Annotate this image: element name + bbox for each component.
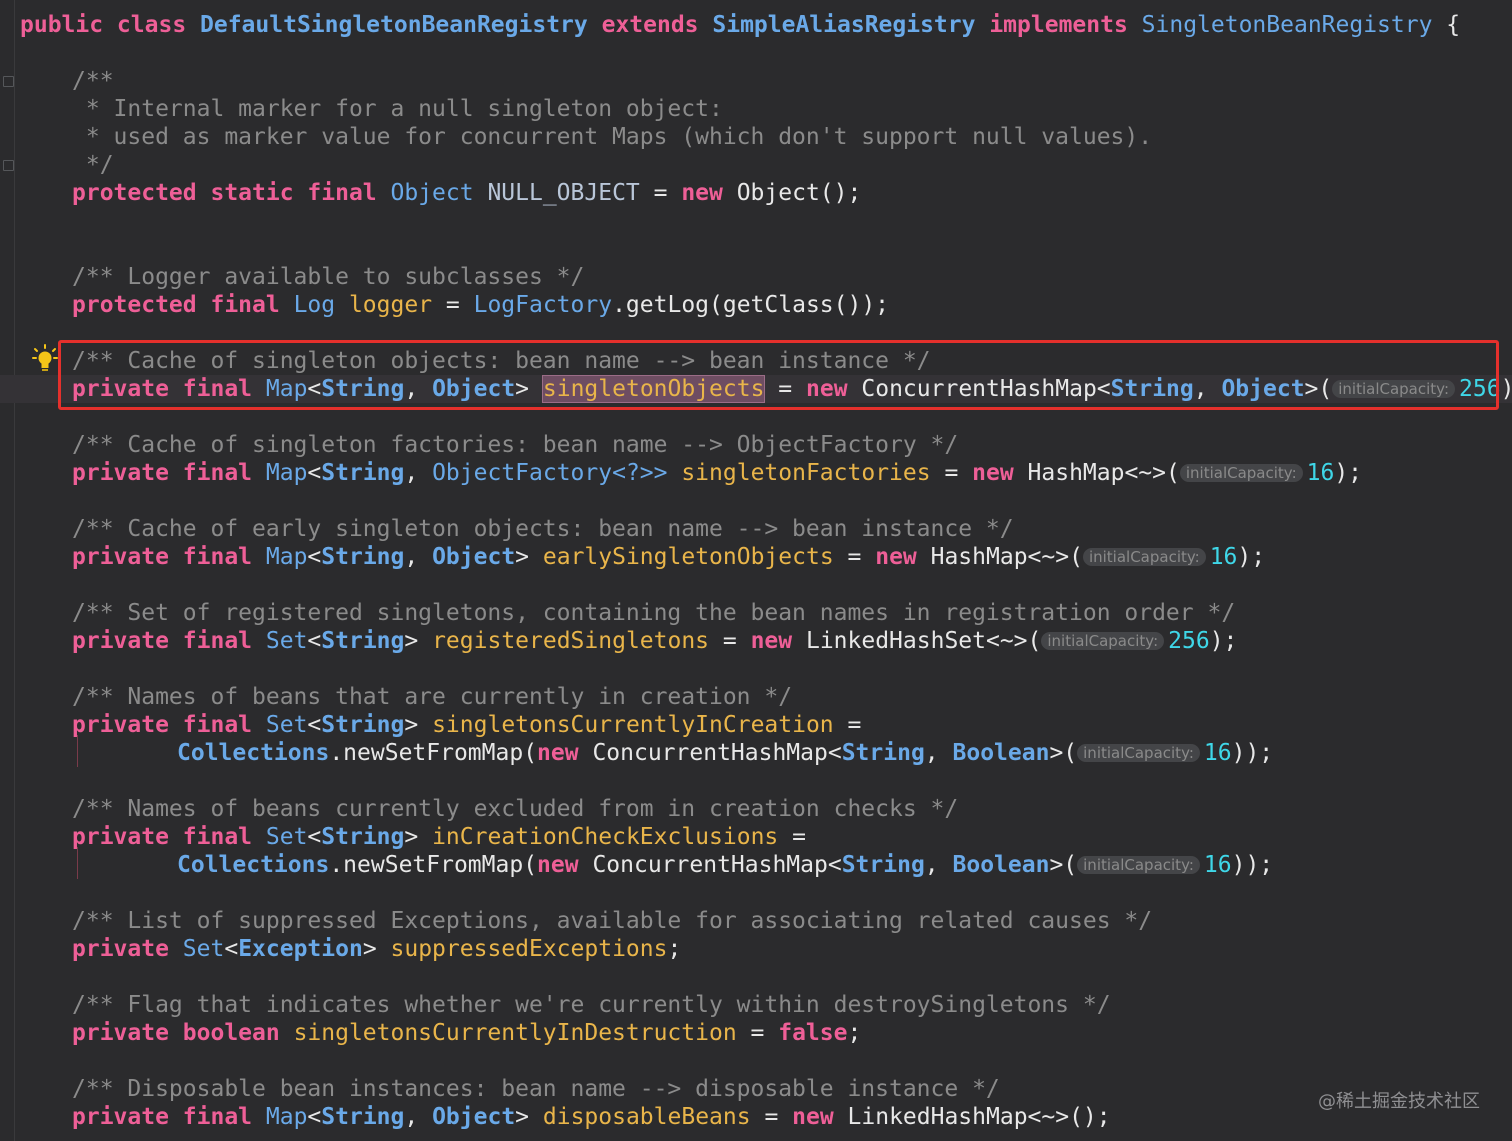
parameter-hint: initialCapacity: bbox=[1077, 856, 1200, 874]
code-comment: /** Cache of early singleton objects: be… bbox=[72, 516, 1014, 542]
code-comment: /** bbox=[72, 68, 114, 94]
code-comment: /** Names of beans that are currently in… bbox=[72, 684, 793, 710]
code-line-creation-check-exclusions[interactable]: private final Set<String> inCreationChec… bbox=[72, 823, 806, 851]
code-comment: * Internal marker for a null singleton o… bbox=[72, 96, 723, 122]
code-editor[interactable]: public class DefaultSingletonBeanRegistr… bbox=[0, 0, 1512, 1141]
parameter-hint: initialCapacity: bbox=[1077, 744, 1200, 762]
code-line-early-singleton-objects[interactable]: private final Map<String, Object> earlyS… bbox=[72, 543, 1265, 571]
code-comment: /** List of suppressed Exceptions, avail… bbox=[72, 908, 1153, 934]
code-line-registered-singletons[interactable]: private final Set<String> registeredSing… bbox=[72, 627, 1237, 655]
code-line-continuation[interactable]: Collections.newSetFromMap(new Concurrent… bbox=[177, 739, 1273, 767]
code-line-singleton-factories[interactable]: private final Map<String, ObjectFactory<… bbox=[72, 459, 1362, 487]
watermark: @稀土掘金技术社区 bbox=[1318, 1091, 1480, 1112]
lightbulb-icon[interactable] bbox=[32, 344, 58, 374]
code-comment: /** Disposable bean instances: bean name… bbox=[72, 1076, 1000, 1102]
code-line-in-destruction[interactable]: private boolean singletonsCurrentlyInDes… bbox=[72, 1019, 861, 1047]
code-comment: * used as marker value for concurrent Ma… bbox=[72, 124, 1153, 150]
code-comment: */ bbox=[72, 152, 114, 178]
code-line-null-object[interactable]: protected static final Object NULL_OBJEC… bbox=[72, 179, 861, 207]
indent-guide bbox=[77, 735, 78, 767]
code-comment: /** Flag that indicates whether we're cu… bbox=[72, 992, 1111, 1018]
code-line-logger[interactable]: protected final Log logger = LogFactory.… bbox=[72, 291, 889, 319]
indent-guide bbox=[77, 847, 78, 879]
code-line-suppressed-exceptions[interactable]: private Set<Exception> suppressedExcepti… bbox=[72, 935, 681, 963]
code-line-currently-in-creation[interactable]: private final Set<String> singletonsCurr… bbox=[72, 711, 861, 739]
code-comment: /** Names of beans currently excluded fr… bbox=[72, 796, 959, 822]
code-comment: /** Set of registered singletons, contai… bbox=[72, 600, 1236, 626]
highlight-annotation-box bbox=[58, 340, 1499, 410]
code-line-class-declaration[interactable]: public class DefaultSingletonBeanRegistr… bbox=[20, 11, 1460, 39]
parameter-hint: initialCapacity: bbox=[1041, 632, 1165, 650]
code-line-continuation[interactable]: Collections.newSetFromMap(new Concurrent… bbox=[177, 851, 1273, 879]
code-comment: /** Logger available to subclasses */ bbox=[72, 264, 585, 290]
code-line-disposable-beans[interactable]: private final Map<String, Object> dispos… bbox=[72, 1103, 1111, 1131]
parameter-hint: initialCapacity: bbox=[1082, 548, 1206, 566]
code-comment: /** Cache of singleton factories: bean n… bbox=[72, 432, 959, 458]
parameter-hint: initialCapacity: bbox=[1179, 464, 1303, 482]
